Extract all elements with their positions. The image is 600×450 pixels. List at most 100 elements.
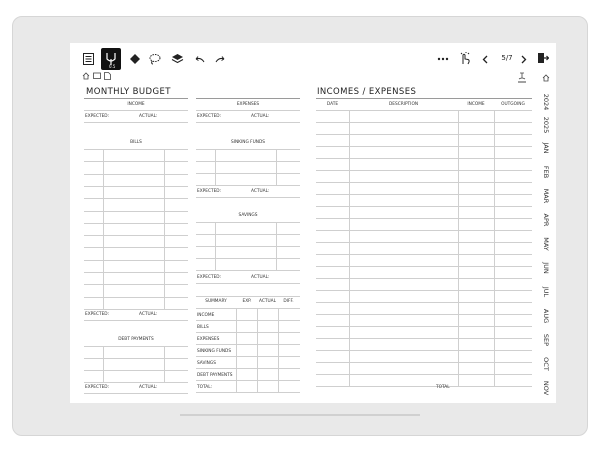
summary-row-label: SINKING FUNDS: [197, 349, 232, 354]
summary-row-label: DEBT PAYMENTS: [197, 373, 233, 378]
column-line: [276, 222, 277, 270]
tab-home-icon[interactable]: [541, 73, 551, 83]
savings-actual-label: ACTUAL:: [251, 275, 270, 280]
row-line: [196, 185, 300, 186]
tab-nov[interactable]: NOV: [539, 378, 553, 398]
row-line: [196, 320, 300, 321]
redo-icon[interactable]: [214, 53, 228, 65]
tab-aug[interactable]: AUG: [539, 306, 553, 326]
column-line: [276, 149, 277, 185]
row-line: [84, 370, 188, 371]
title-underline: [196, 98, 300, 99]
row-line: [196, 270, 300, 271]
sinking-expected-label: EXPECTED:: [197, 189, 222, 194]
ledger-col-income: INCOME: [467, 102, 485, 107]
row-line: [84, 198, 188, 200]
sinking-funds-header: SINKING FUNDS: [230, 140, 266, 145]
row-line: [196, 356, 300, 357]
row-line: [84, 122, 188, 123]
row-line: [84, 173, 188, 175]
more-icon[interactable]: [436, 53, 450, 65]
tab-mar[interactable]: MAR: [539, 186, 553, 206]
text-tool-icon[interactable]: [516, 71, 528, 83]
tab-jun[interactable]: JUN: [539, 258, 553, 278]
bills-header: BILLS: [130, 140, 142, 145]
sinking-actual-label: ACTUAL:: [251, 189, 270, 194]
ledger-title: INCOMES / EXPENSES: [317, 87, 417, 97]
ledger-title-underline: [316, 98, 532, 99]
document-icon[interactable]: [103, 71, 112, 80]
row-line: [196, 283, 300, 284]
row-line: [196, 149, 300, 150]
column-line: [494, 110, 495, 386]
column-line: [215, 222, 216, 270]
expenses-actual-label: ACTUAL:: [251, 114, 270, 119]
exit-icon[interactable]: [536, 51, 550, 65]
row-line: [84, 210, 188, 212]
expenses-expected-label: EXPECTED:: [197, 114, 222, 119]
pen-size-badge: 0.5: [109, 64, 116, 69]
device-bezel-line: [180, 414, 420, 416]
row-line: [84, 346, 188, 347]
next-page-icon[interactable]: [519, 53, 529, 65]
row-line: [196, 110, 300, 111]
lasso-icon[interactable]: [148, 52, 162, 66]
summary-col-exp: EXP.: [242, 299, 252, 304]
bills-expected-label: EXPECTED:: [85, 312, 110, 317]
row-line: [196, 246, 300, 247]
row-line: [196, 308, 300, 309]
column-line: [164, 149, 165, 309]
eraser-icon[interactable]: [128, 52, 142, 66]
folder-icon[interactable]: [92, 71, 101, 80]
row-line: [84, 149, 188, 150]
home-icon[interactable]: [81, 71, 90, 80]
row-line: [196, 380, 300, 381]
summary-col-actual: ACTUAL: [259, 299, 276, 304]
tab-may[interactable]: MAY: [539, 234, 553, 254]
row-line: [196, 332, 300, 333]
prev-page-icon[interactable]: [480, 53, 490, 65]
page-indicator[interactable]: 5/7: [496, 52, 518, 64]
tab-sep[interactable]: SEP: [539, 330, 553, 350]
tab-jul[interactable]: JUL: [539, 282, 553, 302]
page-title: MONTHLY BUDGET: [86, 87, 171, 97]
row-line: [84, 296, 188, 298]
column-line: [236, 308, 237, 392]
ledger-col-description: DESCRIPTION: [388, 102, 419, 107]
row-line: [84, 382, 188, 383]
summary-total-label: TOTAL:: [197, 385, 213, 390]
undo-icon[interactable]: [192, 53, 206, 65]
row-line: [196, 122, 300, 123]
touch-toggle-icon[interactable]: [458, 50, 472, 66]
row-line: [196, 368, 300, 369]
ledger-col-date: DATE: [326, 102, 339, 107]
column-line: [164, 346, 165, 382]
expenses-header: EXPENSES: [236, 102, 260, 107]
row-line: [84, 308, 188, 310]
tab-apr[interactable]: APR: [539, 210, 553, 230]
column-line: [103, 149, 104, 309]
layers-icon[interactable]: [170, 52, 184, 66]
row-line: [84, 110, 188, 111]
income-actual-label: ACTUAL:: [139, 114, 158, 119]
tab-oct[interactable]: OCT: [539, 354, 553, 374]
row-line: [84, 222, 188, 224]
row-line: [84, 393, 188, 394]
savings-header: SAVINGS: [238, 213, 258, 218]
menu-icon[interactable]: [82, 52, 94, 66]
summary-col-diff: DIFF.: [283, 299, 294, 304]
tab-2025[interactable]: 2025: [539, 115, 553, 135]
income-expected-label: EXPECTED:: [85, 114, 110, 119]
row-line: [84, 259, 188, 261]
row-line: [84, 272, 188, 273]
row-line: [196, 222, 300, 223]
column-line: [257, 308, 258, 392]
column-line: [349, 110, 350, 386]
row-line: [316, 386, 532, 387]
summary-row-label: EXPENSES: [197, 337, 220, 342]
tab-2024[interactable]: 2024: [539, 92, 553, 112]
row-line: [84, 358, 188, 359]
row-line: [196, 392, 300, 393]
tab-feb[interactable]: FEB: [539, 162, 553, 182]
tab-jan[interactable]: JAN: [539, 138, 553, 158]
